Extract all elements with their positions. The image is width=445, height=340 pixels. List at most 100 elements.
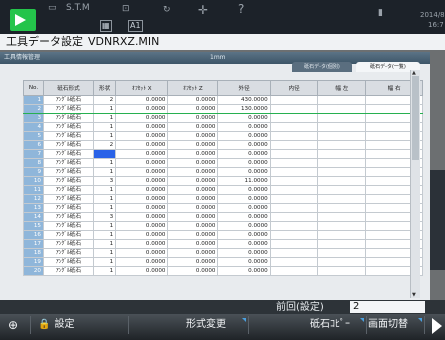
table-row[interactable]: 6 ｱﾝｸﾞﾙ砥石 2 0.0000 0.0000 0.0000 xyxy=(23,140,423,150)
row-shape[interactable]: 1 xyxy=(92,266,117,276)
row-no[interactable]: 10 xyxy=(23,176,44,186)
row-width-left[interactable] xyxy=(317,266,367,276)
row-inner-diameter[interactable] xyxy=(269,221,319,231)
row-inner-diameter[interactable] xyxy=(269,104,319,114)
home-arrow-icon[interactable] xyxy=(10,9,36,31)
row-offset-z[interactable]: 0.0000 xyxy=(167,230,219,240)
row-no[interactable]: 12 xyxy=(23,194,44,204)
row-outer-diameter[interactable]: 0.0000 xyxy=(217,257,271,267)
row-width-left[interactable] xyxy=(317,239,367,249)
row-width-left[interactable] xyxy=(317,203,367,213)
row-inner-diameter[interactable] xyxy=(269,176,319,186)
row-offset-z[interactable]: 0.0000 xyxy=(167,140,219,150)
row-width-left[interactable] xyxy=(317,149,367,159)
row-type[interactable]: ｱﾝｸﾞﾙ砥石 xyxy=(43,257,94,267)
row-offset-z[interactable]: 0.0000 xyxy=(167,113,219,123)
row-outer-diameter[interactable]: 0.0000 xyxy=(217,113,271,123)
table-row[interactable]: 12 ｱﾝｸﾞﾙ砥石 1 0.0000 0.0000 0.0000 xyxy=(23,194,423,204)
row-offset-x[interactable]: 0.0000 xyxy=(115,140,169,150)
row-type[interactable]: ｱﾝｸﾞﾙ砥石 xyxy=(43,194,94,204)
row-no[interactable]: 5 xyxy=(23,131,44,141)
row-type[interactable]: ｱﾝｸﾞﾙ砥石 xyxy=(43,104,94,114)
row-type[interactable]: ｱﾝｸﾞﾙ砥石 xyxy=(43,221,94,231)
row-inner-diameter[interactable] xyxy=(269,113,319,123)
row-outer-diameter[interactable]: 0.0000 xyxy=(217,212,271,222)
scroll-up-icon[interactable]: ▲ xyxy=(412,70,416,76)
row-shape[interactable]: 1 xyxy=(92,167,117,177)
row-outer-diameter[interactable]: 0.0000 xyxy=(217,167,271,177)
row-offset-z[interactable]: 0.0000 xyxy=(167,131,219,141)
row-offset-x[interactable]: 0.0000 xyxy=(115,113,169,123)
row-shape[interactable]: 2 xyxy=(92,140,117,150)
table-row[interactable]: 2 ｱﾝｸﾞﾙ砥石 1 0.0000 0.0000 130.0000 xyxy=(23,104,423,114)
row-type[interactable]: ｱﾝｸﾞﾙ砥石 xyxy=(43,149,94,159)
row-type[interactable]: ｱﾝｸﾞﾙ砥石 xyxy=(43,140,94,150)
table-row[interactable]: 10 ｱﾝｸﾞﾙ砥石 3 0.0000 0.0000 11.0000 xyxy=(23,176,423,186)
row-width-left[interactable] xyxy=(317,122,367,132)
row-inner-diameter[interactable] xyxy=(269,203,319,213)
row-no[interactable]: 20 xyxy=(23,266,44,276)
row-shape[interactable]: 1 xyxy=(92,158,117,168)
row-width-left[interactable] xyxy=(317,104,367,114)
row-shape[interactable]: 1 xyxy=(92,239,117,249)
row-shape[interactable]: 1 xyxy=(92,257,117,267)
row-offset-x[interactable]: 0.0000 xyxy=(115,212,169,222)
row-offset-z[interactable]: 0.0000 xyxy=(167,221,219,231)
row-inner-diameter[interactable] xyxy=(269,257,319,267)
row-offset-z[interactable]: 0.0000 xyxy=(167,248,219,258)
row-shape[interactable]: 1 xyxy=(92,113,117,123)
row-inner-diameter[interactable] xyxy=(269,95,319,105)
tab-wheel-individual[interactable]: 砥石デ-タ(個別) xyxy=(292,62,352,72)
table-row[interactable]: 7 ｱﾝｸﾞﾙ砥石 0.0000 0.0000 0.0000 xyxy=(23,149,423,159)
table-row[interactable]: 13 ｱﾝｸﾞﾙ砥石 1 0.0000 0.0000 0.0000 xyxy=(23,203,423,213)
row-shape[interactable]: 1 xyxy=(92,131,117,141)
softkey-page-icon[interactable]: ⊕ xyxy=(8,316,31,334)
row-shape[interactable]: 1 xyxy=(92,248,117,258)
row-offset-x[interactable]: 0.0000 xyxy=(115,239,169,249)
table-row[interactable]: 15 ｱﾝｸﾞﾙ砥石 1 0.0000 0.0000 0.0000 xyxy=(23,221,423,231)
row-inner-diameter[interactable] xyxy=(269,167,319,177)
row-inner-diameter[interactable] xyxy=(269,248,319,258)
row-width-left[interactable] xyxy=(317,158,367,168)
row-outer-diameter[interactable]: 0.0000 xyxy=(217,221,271,231)
row-type[interactable]: ｱﾝｸﾞﾙ砥石 xyxy=(43,185,94,195)
table-row[interactable]: 8 ｱﾝｸﾞﾙ砥石 1 0.0000 0.0000 0.0000 xyxy=(23,158,423,168)
table-row[interactable]: 11 ｱﾝｸﾞﾙ砥石 1 0.0000 0.0000 0.0000 xyxy=(23,185,423,195)
table-row[interactable]: 9 ｱﾝｸﾞﾙ砥石 1 0.0000 0.0000 0.0000 xyxy=(23,167,423,177)
row-outer-diameter[interactable]: 0.0000 xyxy=(217,230,271,240)
row-no[interactable]: 1 xyxy=(23,95,44,105)
row-offset-z[interactable]: 0.0000 xyxy=(167,257,219,267)
row-no[interactable]: 17 xyxy=(23,239,44,249)
row-no[interactable]: 19 xyxy=(23,257,44,267)
row-inner-diameter[interactable] xyxy=(269,194,319,204)
row-inner-diameter[interactable] xyxy=(269,239,319,249)
row-offset-x[interactable]: 0.0000 xyxy=(115,167,169,177)
row-no[interactable]: 11 xyxy=(23,185,44,195)
row-outer-diameter[interactable]: 0.0000 xyxy=(217,266,271,276)
row-no[interactable]: 15 xyxy=(23,221,44,231)
row-width-left[interactable] xyxy=(317,95,367,105)
row-outer-diameter[interactable]: 0.0000 xyxy=(217,239,271,249)
row-width-left[interactable] xyxy=(317,131,367,141)
softkey-settings[interactable]: 🔒 設定 xyxy=(38,316,129,334)
row-shape[interactable]: 1 xyxy=(92,185,117,195)
row-shape[interactable]: 1 xyxy=(92,203,117,213)
row-offset-x[interactable]: 0.0000 xyxy=(115,131,169,141)
row-no[interactable]: 2 xyxy=(23,104,44,114)
row-type[interactable]: ｱﾝｸﾞﾙ砥石 xyxy=(43,212,94,222)
row-outer-diameter[interactable]: 0.0000 xyxy=(217,140,271,150)
row-offset-x[interactable]: 0.0000 xyxy=(115,266,169,276)
row-no[interactable]: 8 xyxy=(23,158,44,168)
row-type[interactable]: ｱﾝｸﾞﾙ砥石 xyxy=(43,176,94,186)
row-width-left[interactable] xyxy=(317,230,367,240)
row-outer-diameter[interactable]: 0.0000 xyxy=(217,149,271,159)
row-type[interactable]: ｱﾝｸﾞﾙ砥石 xyxy=(43,230,94,240)
help-icon[interactable]: ? xyxy=(238,3,244,15)
row-offset-x[interactable]: 0.0000 xyxy=(115,185,169,195)
row-type[interactable]: ｱﾝｸﾞﾙ砥石 xyxy=(43,203,94,213)
row-no[interactable]: 18 xyxy=(23,248,44,258)
row-outer-diameter[interactable]: 0.0000 xyxy=(217,122,271,132)
table-row[interactable]: 19 ｱﾝｸﾞﾙ砥石 1 0.0000 0.0000 0.0000 xyxy=(23,257,423,267)
row-width-left[interactable] xyxy=(317,140,367,150)
row-offset-x[interactable]: 0.0000 xyxy=(115,221,169,231)
